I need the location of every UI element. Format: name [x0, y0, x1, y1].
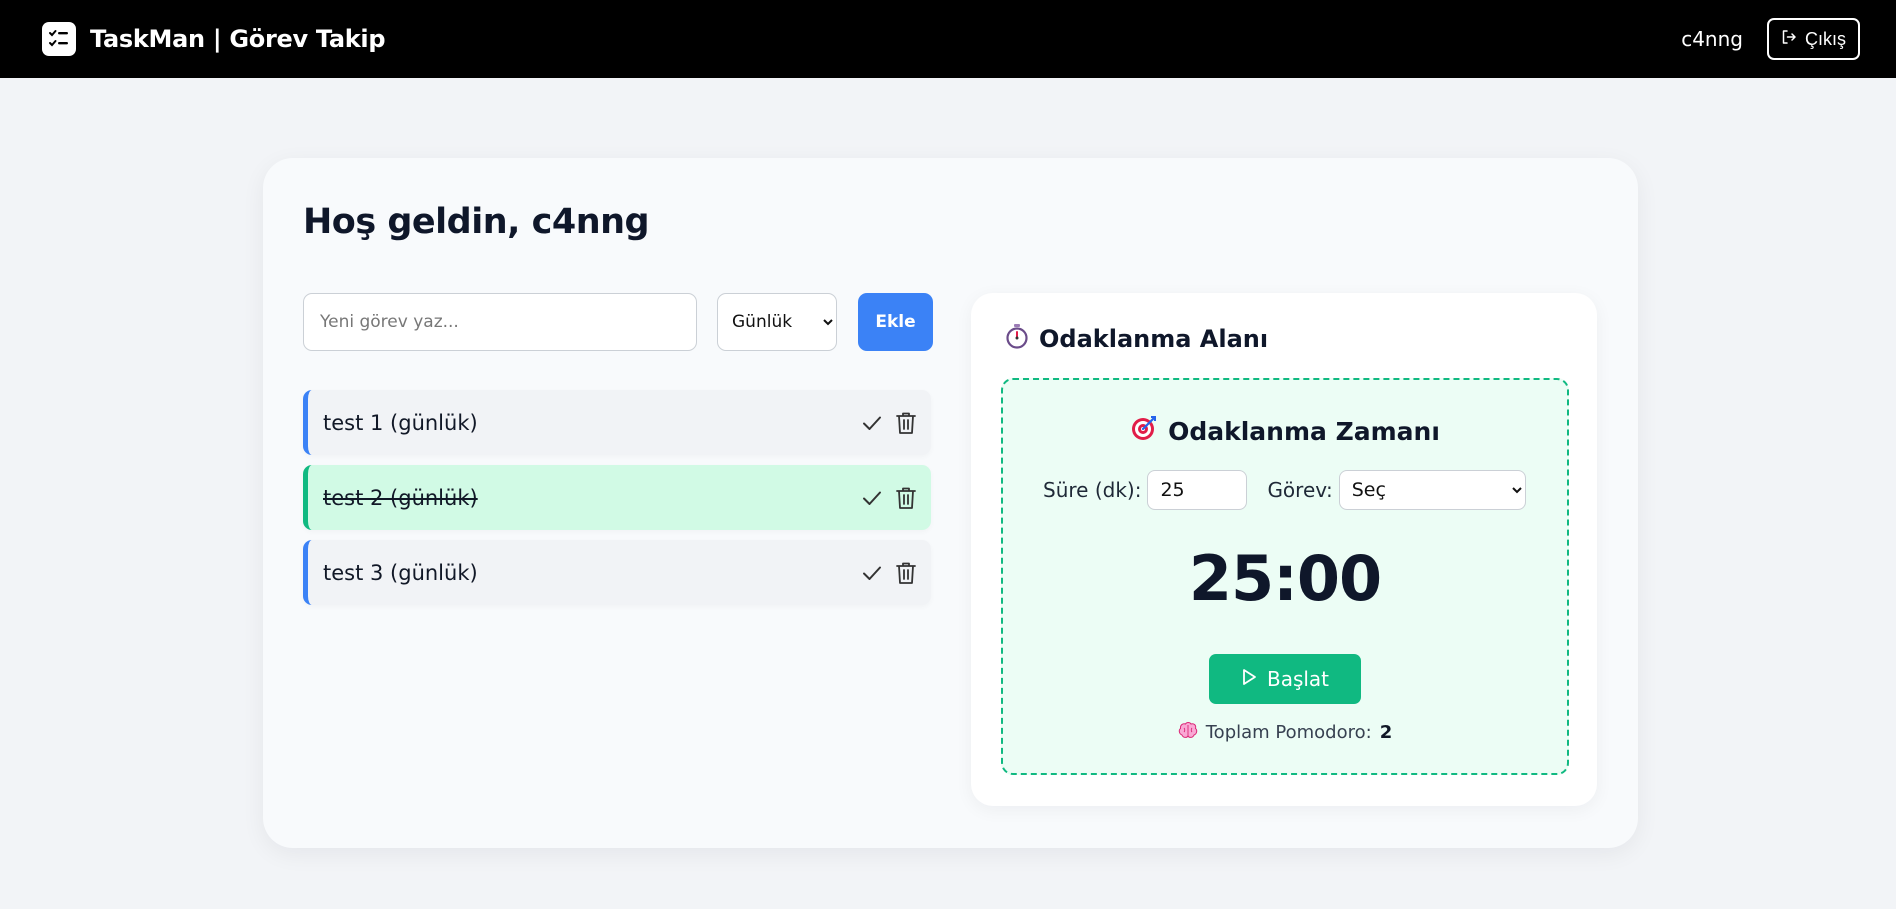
pomodoro-controls: Süre (dk): Görev: Seç: [1043, 470, 1526, 510]
check-icon[interactable]: [861, 487, 883, 509]
brand[interactable]: TaskMan | Görev Takip: [42, 22, 386, 56]
check-icon[interactable]: [861, 562, 883, 584]
start-label: Başlat: [1266, 667, 1330, 691]
task-list: test 1 (günlük) test 2 (günlük) test 3 (…: [303, 390, 931, 615]
play-icon: [1241, 667, 1257, 691]
focus-panel: Odaklanma Alanı Odaklanma Zamanı Süre (d…: [971, 293, 1597, 806]
add-task-button[interactable]: Ekle: [858, 293, 933, 351]
pomodoro-total-label: Toplam Pomodoro:: [1205, 722, 1372, 743]
check-icon[interactable]: [861, 412, 883, 434]
start-button[interactable]: Başlat: [1209, 654, 1361, 704]
focus-title: Odaklanma Alanı: [1005, 323, 1268, 355]
timer-display: 25:00: [1188, 542, 1382, 615]
trash-icon[interactable]: [895, 486, 917, 510]
task-item: test 1 (günlük): [303, 390, 931, 455]
pomodoro-title-label: Odaklanma Zamanı: [1168, 416, 1440, 446]
task-text: test 1 (günlük): [323, 410, 478, 435]
brain-icon: [1178, 721, 1198, 744]
add-task-form: Günlük Ekle: [303, 293, 933, 351]
pomodoro-title: Odaklanma Zamanı: [1003, 414, 1567, 448]
new-task-input[interactable]: [303, 293, 697, 351]
task-item-done: test 2 (günlük): [303, 465, 931, 530]
duration-label: Süre (dk):: [1043, 478, 1142, 502]
task-select[interactable]: Seç: [1338, 470, 1526, 510]
pomodoro-total: Toplam Pomodoro: 2: [1003, 721, 1567, 744]
target-icon: [1130, 414, 1158, 448]
checklist-icon: [42, 22, 76, 56]
app-title: TaskMan | Görev Takip: [90, 25, 386, 53]
focus-title-label: Odaklanma Alanı: [1039, 325, 1269, 353]
main-card: Hoş geldin, c4nng Günlük Ekle test 1 (gü…: [263, 158, 1638, 848]
task-text: test 2 (günlük): [323, 485, 478, 510]
period-select[interactable]: Günlük: [717, 293, 837, 351]
page-title: Hoş geldin, c4nng: [303, 202, 650, 242]
logout-button[interactable]: Çıkış: [1766, 18, 1860, 60]
task-text: test 3 (günlük): [323, 560, 478, 585]
task-select-label: Görev:: [1267, 478, 1333, 502]
stopwatch-icon: [1005, 323, 1029, 355]
pomodoro-total-count: 2: [1379, 722, 1393, 743]
duration-input[interactable]: [1147, 470, 1248, 510]
trash-icon[interactable]: [895, 561, 917, 585]
task-item: test 3 (günlük): [303, 540, 931, 605]
username-label: c4nng: [1681, 27, 1743, 51]
logout-icon: [1781, 29, 1797, 50]
pomodoro-box: Odaklanma Zamanı Süre (dk): Görev: Seç 2…: [1001, 378, 1569, 775]
top-navbar: TaskMan | Görev Takip c4nng Çıkış: [0, 0, 1896, 78]
trash-icon[interactable]: [895, 411, 917, 435]
logout-label: Çıkış: [1804, 28, 1846, 49]
